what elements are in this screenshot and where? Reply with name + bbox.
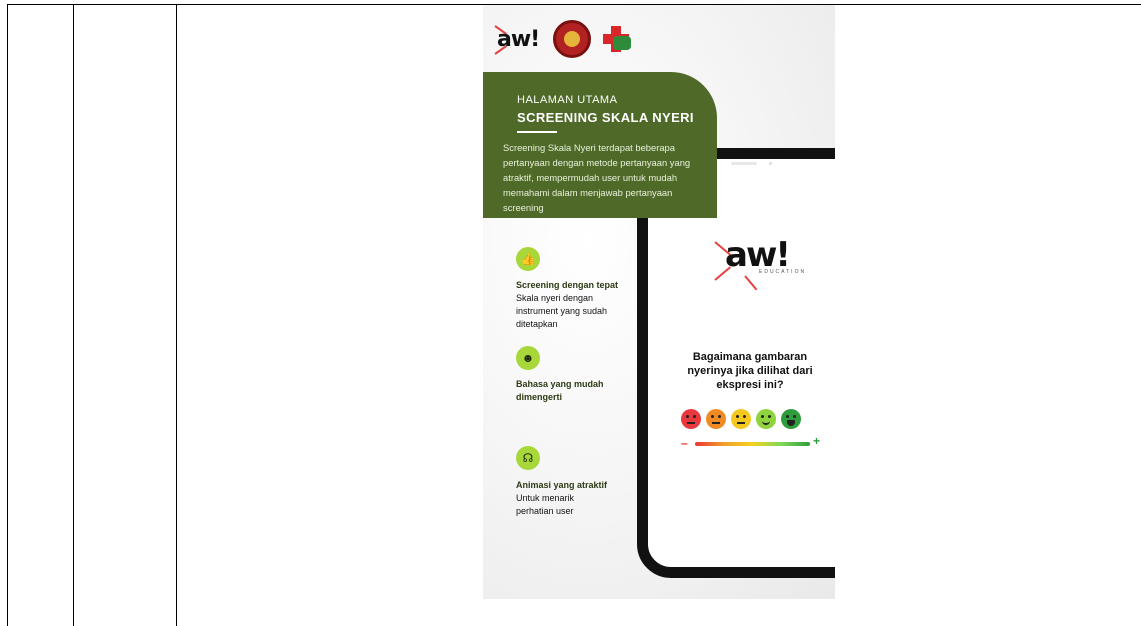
hospital-cross-icon [601, 20, 635, 58]
feature-description: Untuk menarik perhatian user [516, 493, 575, 516]
happy-face-icon [781, 409, 801, 429]
pain-scale-bar [695, 442, 810, 446]
table-col-border [176, 4, 177, 626]
phone-aw-logo: aw! EDUCATION [714, 235, 815, 291]
pain-faces-row [681, 409, 801, 429]
hero-card: HALAMAN UTAMA SCREENING SKALA NYERI Scre… [483, 72, 717, 218]
phone-speaker [731, 162, 757, 165]
scale-plus-label: + [813, 434, 821, 448]
feature-description: Skala nyeri dengan instrument yang sudah… [516, 293, 608, 329]
thumbs-up-icon: 👍 [516, 247, 540, 271]
screening-poster-image: aw! HALAMAN UTAMA SCREENING SKALA NYERI … [483, 5, 835, 599]
table-col-border [73, 4, 74, 626]
table-col-border [7, 4, 8, 626]
aw-logo: aw! [494, 19, 543, 59]
phone-camera [769, 162, 772, 165]
scale-minus-label: – [681, 436, 688, 450]
headset-icon: ☊ [516, 446, 540, 470]
feature-title: Animasi yang atraktif [516, 480, 608, 490]
card-description: Screening Skala Nyeri terdapat beberapa … [503, 142, 691, 213]
pain-question: Bagaimana gambaran nyerinya jika dilihat… [687, 351, 813, 391]
feature-title: Bahasa yang mudah dimengerti [516, 379, 604, 402]
sad-face-icon [706, 409, 726, 429]
university-seal-icon [553, 20, 591, 58]
neutral-face-icon [731, 409, 751, 429]
card-title: SCREENING SKALA NYERI [517, 110, 694, 125]
card-divider [517, 131, 557, 133]
card-subtitle: HALAMAN UTAMA [517, 94, 618, 106]
logo-row: aw! [494, 17, 635, 61]
smile-face-icon [756, 409, 776, 429]
user-circle-icon: ☻ [516, 346, 540, 370]
very-sad-face-icon [681, 409, 701, 429]
feature-title: Screening dengan tepat [516, 280, 619, 290]
